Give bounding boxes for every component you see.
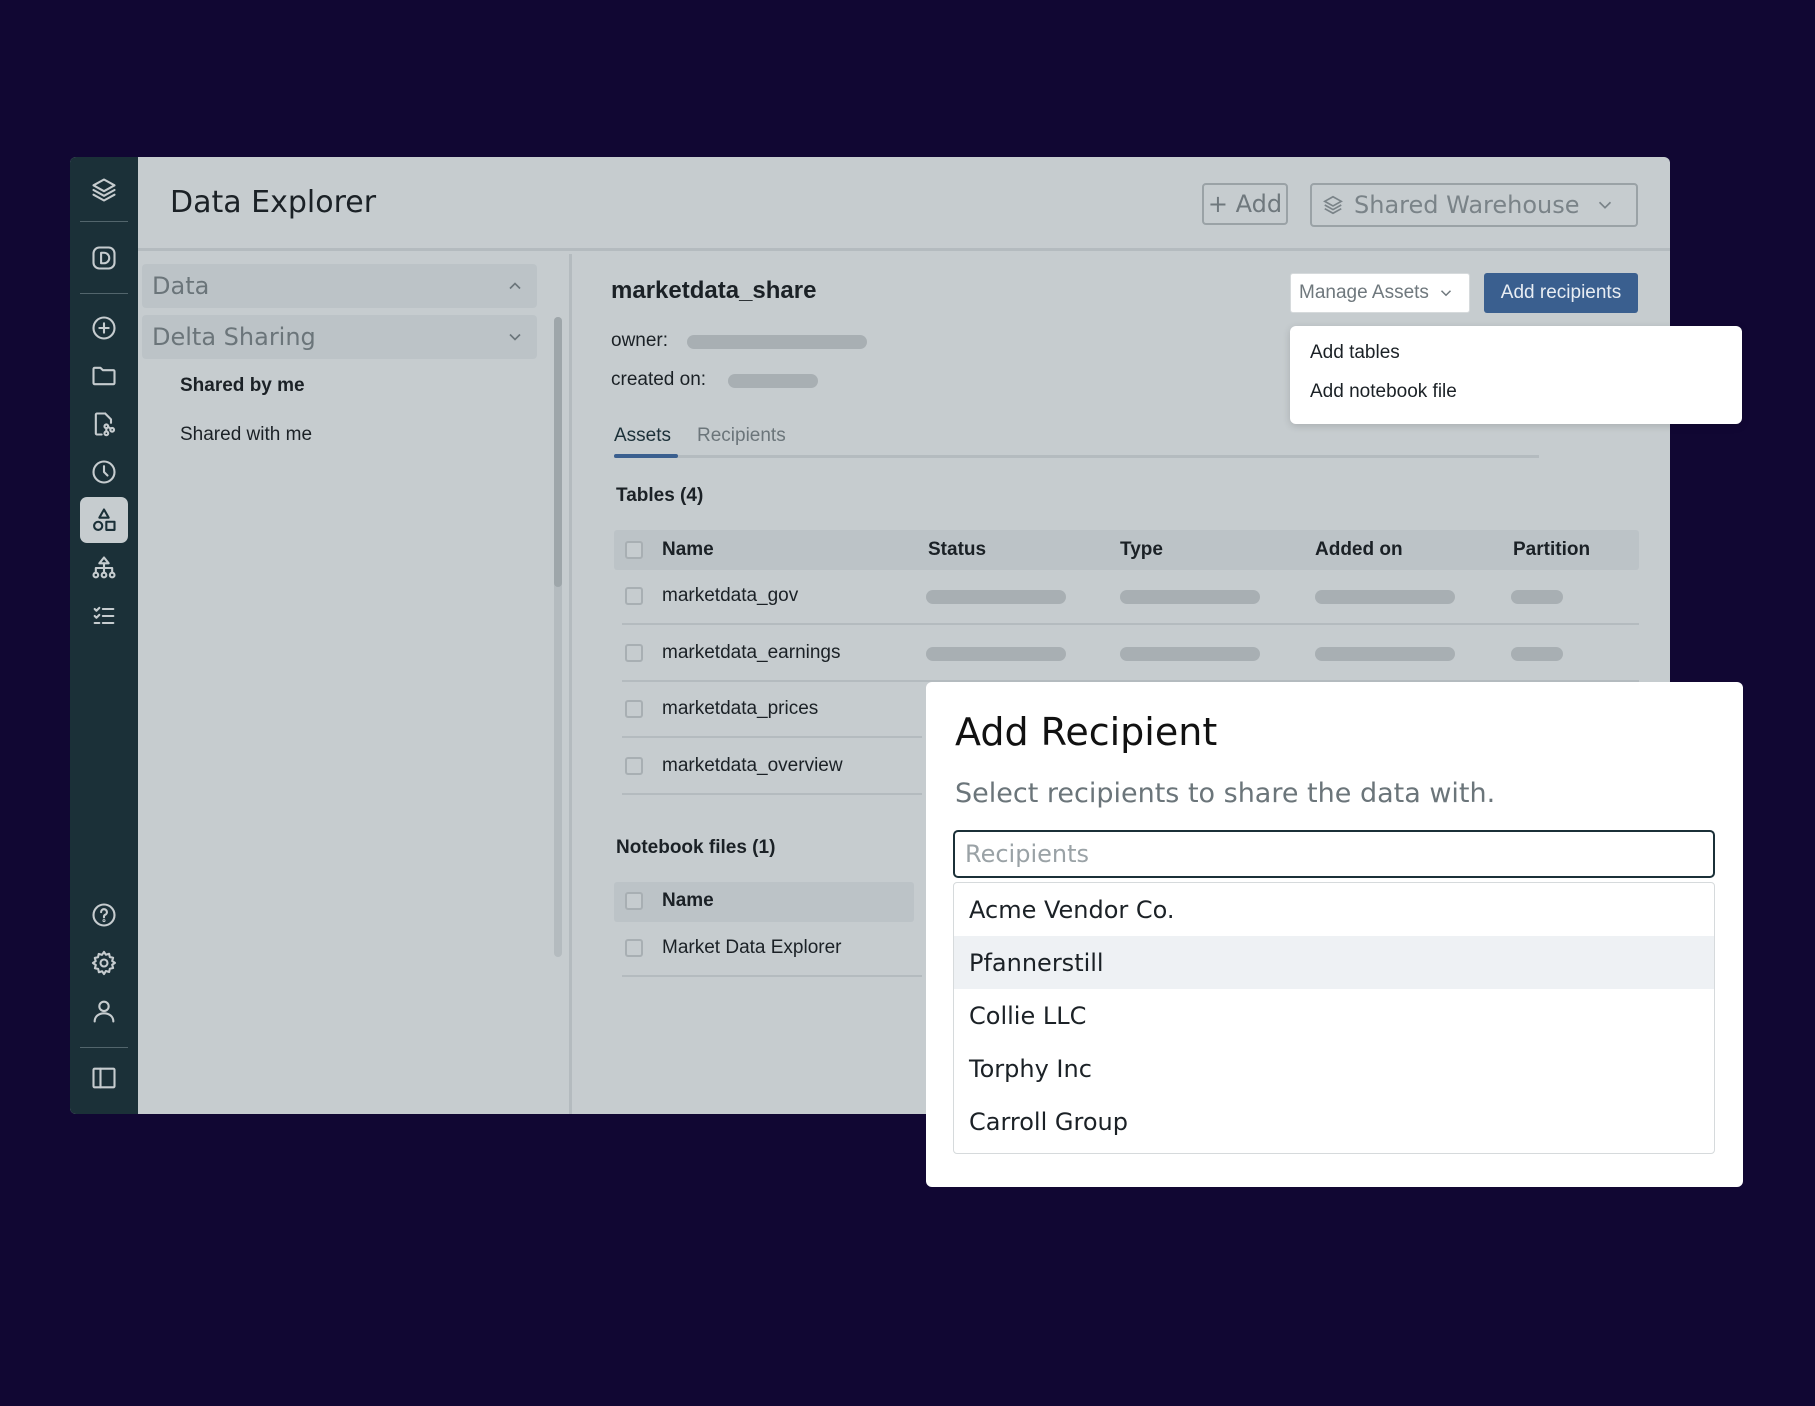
plus-circle-icon[interactable]	[80, 305, 128, 351]
select-all-checkbox[interactable]	[625, 541, 643, 559]
modal-subtitle: Select recipients to share the data with…	[955, 778, 1496, 809]
added-on-placeholder	[1315, 647, 1455, 661]
tables-heading: Tables (4)	[616, 485, 704, 506]
table-row-name[interactable]: marketdata_prices	[662, 698, 818, 720]
partition-placeholder	[1511, 647, 1563, 661]
share-name: marketdata_share	[611, 277, 817, 304]
row-checkbox[interactable]	[625, 757, 643, 775]
user-icon[interactable]	[80, 988, 128, 1034]
notebooks-header-row	[614, 882, 914, 922]
help-icon[interactable]	[80, 892, 128, 938]
warehouse-select[interactable]: Shared Warehouse	[1310, 183, 1638, 227]
warehouse-label: Shared Warehouse	[1354, 191, 1580, 219]
menu-add-tables[interactable]: Add tables	[1310, 342, 1400, 364]
manage-assets-label: Manage Assets	[1299, 282, 1429, 303]
notebooks-heading: Notebook files (1)	[616, 837, 776, 858]
checklist-icon[interactable]	[80, 593, 128, 639]
chevron-down-icon	[509, 333, 521, 341]
column-partition[interactable]: Partition	[1513, 539, 1590, 561]
created-on-placeholder	[728, 374, 818, 388]
row-divider	[622, 975, 922, 977]
row-divider	[622, 736, 922, 738]
add-button[interactable]: + Add	[1202, 183, 1288, 225]
status-placeholder	[926, 647, 1066, 661]
modal-title: Add Recipient	[955, 710, 1218, 754]
partition-placeholder	[1511, 590, 1563, 604]
owner-label: owner:	[611, 330, 669, 351]
add-recipients-button[interactable]: Add recipients	[1484, 273, 1638, 313]
sidebar-toggle-icon[interactable]	[80, 1055, 128, 1101]
layers-icon[interactable]	[80, 167, 128, 213]
chevron-up-icon	[509, 282, 521, 290]
column-status[interactable]: Status	[928, 539, 986, 561]
recipient-option[interactable]: Acme Vendor Co.	[954, 883, 1714, 936]
rail-divider	[80, 1047, 128, 1048]
row-checkbox[interactable]	[625, 700, 643, 718]
row-checkbox[interactable]	[625, 587, 643, 605]
tab-underline	[614, 455, 1539, 458]
recipient-option[interactable]: Pfannerstill	[954, 936, 1714, 989]
file-branch-icon[interactable]	[80, 401, 128, 447]
left-pane: Data Delta Sharing Shared by me Shared w…	[138, 254, 572, 1114]
section-data[interactable]: Data	[142, 264, 537, 308]
table-row-name[interactable]: marketdata_overview	[662, 755, 843, 777]
icon-rail	[70, 157, 138, 1114]
hierarchy-icon[interactable]	[80, 545, 128, 591]
add-recipient-modal: Add Recipient Select recipients to share…	[926, 682, 1743, 1187]
column-added-on[interactable]: Added on	[1315, 539, 1403, 561]
row-divider	[622, 623, 1639, 625]
table-row-name[interactable]: marketdata_earnings	[662, 642, 841, 664]
clock-icon[interactable]	[80, 449, 128, 495]
recipients-options-list: Acme Vendor Co. Pfannerstill Collie LLC …	[953, 882, 1715, 1154]
shapes-icon[interactable]	[80, 497, 128, 543]
chevron-down-icon	[1598, 201, 1611, 209]
page-title: Data Explorer	[170, 185, 377, 220]
tab-recipients[interactable]: Recipients	[697, 425, 786, 447]
row-divider	[622, 793, 922, 795]
type-placeholder	[1120, 647, 1260, 661]
row-checkbox[interactable]	[625, 644, 643, 662]
rail-divider	[80, 221, 128, 222]
notebook-row-name[interactable]: Market Data Explorer	[662, 937, 842, 959]
nav-shared-with-me[interactable]: Shared with me	[180, 424, 312, 446]
column-name[interactable]: Name	[662, 539, 714, 561]
recipient-option[interactable]: Carroll Group	[954, 1095, 1714, 1148]
chevron-down-icon	[1440, 290, 1451, 297]
type-placeholder	[1120, 590, 1260, 604]
warehouse-icon	[1323, 195, 1343, 215]
recipient-option[interactable]: Collie LLC	[954, 989, 1714, 1042]
scrollbar-thumb[interactable]	[554, 317, 562, 587]
section-delta-sharing-label: Delta Sharing	[152, 323, 316, 351]
column-type[interactable]: Type	[1120, 539, 1163, 561]
d-badge-icon[interactable]	[80, 235, 128, 281]
owner-placeholder	[687, 335, 867, 349]
tab-assets[interactable]: Assets	[614, 425, 671, 447]
table-row-name[interactable]: marketdata_gov	[662, 585, 798, 607]
manage-assets-dropdown[interactable]: Manage Assets	[1290, 273, 1470, 313]
column-notebook-name[interactable]: Name	[662, 890, 714, 912]
rail-divider	[80, 293, 128, 294]
recipients-input[interactable]	[953, 830, 1715, 878]
status-placeholder	[926, 590, 1066, 604]
recipient-option[interactable]: Torphy Inc	[954, 1042, 1714, 1095]
row-checkbox[interactable]	[625, 939, 643, 957]
select-all-notebooks-checkbox[interactable]	[625, 892, 643, 910]
created-on-label: created on:	[611, 369, 707, 390]
menu-add-notebook-file[interactable]: Add notebook file	[1310, 381, 1457, 403]
gear-icon[interactable]	[80, 940, 128, 986]
added-on-placeholder	[1315, 590, 1455, 604]
section-delta-sharing[interactable]: Delta Sharing	[142, 315, 537, 359]
folder-icon[interactable]	[80, 353, 128, 399]
nav-shared-by-me[interactable]: Shared by me	[180, 375, 305, 397]
manage-assets-menu: Add tables Add notebook file	[1290, 326, 1742, 424]
active-tab-indicator	[614, 454, 678, 458]
section-data-label: Data	[152, 272, 210, 300]
